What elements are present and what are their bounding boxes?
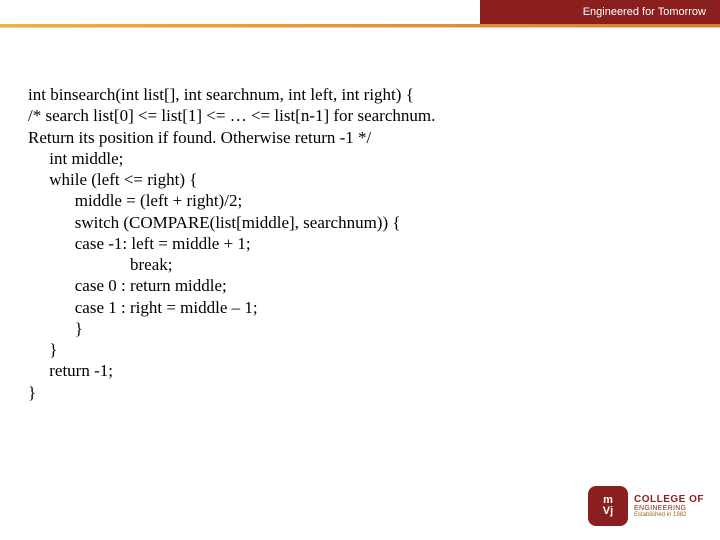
code-line: break; — [28, 254, 688, 275]
header-divider — [0, 27, 720, 28]
logo-line2: ENGINEERING — [634, 505, 704, 512]
footer-logo: m Vj COLLEGE OF ENGINEERING Established … — [588, 486, 704, 526]
code-line: } — [28, 339, 688, 360]
code-line: case 1 : right = middle – 1; — [28, 297, 688, 318]
code-line: case 0 : return middle; — [28, 275, 688, 296]
code-line: Return its position if found. Otherwise … — [28, 127, 688, 148]
code-line: while (left <= right) { — [28, 169, 688, 190]
logo-line1: COLLEGE OF — [634, 495, 704, 505]
code-block: int binsearch(int list[], int searchnum,… — [28, 84, 688, 403]
header-tagline: Engineered for Tomorrow — [583, 6, 706, 18]
code-line: middle = (left + right)/2; — [28, 190, 688, 211]
code-line: case -1: left = middle + 1; — [28, 233, 688, 254]
code-line: } — [28, 318, 688, 339]
code-line: return -1; — [28, 360, 688, 381]
logo-text: COLLEGE OF ENGINEERING Established in 19… — [634, 495, 704, 518]
logo-badge: m Vj — [588, 486, 628, 526]
logo-line3: Established in 1982 — [634, 512, 704, 518]
code-line: } — [28, 382, 688, 403]
logo-badge-bottom: Vj — [603, 506, 613, 517]
code-line: /* search list[0] <= list[1] <= … <= lis… — [28, 105, 688, 126]
code-line: switch (COMPARE(list[middle], searchnum)… — [28, 212, 688, 233]
header-tag-bar: Engineered for Tomorrow — [480, 0, 720, 24]
slide-header: Engineered for Tomorrow — [0, 0, 720, 38]
code-line: int middle; — [28, 148, 688, 169]
code-line: int binsearch(int list[], int searchnum,… — [28, 84, 688, 105]
